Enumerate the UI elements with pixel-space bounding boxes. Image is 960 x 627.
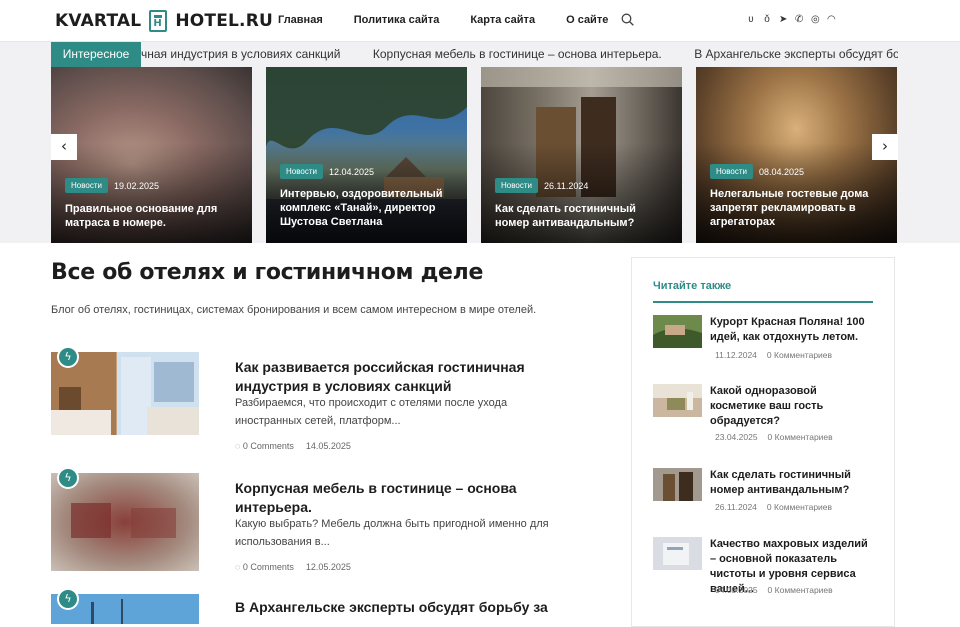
social-links: ʋ ǒ ➤ ✆ ◎ ◠ — [747, 14, 835, 26]
post-card: ϟ Как развивается российская гостиничная… — [51, 346, 571, 452]
post-card: ϟ В Архангельске эксперты обсудят борьбу… — [51, 588, 571, 624]
comments-count: 0 Comments — [242, 562, 294, 572]
post-title[interactable]: Корпусная мебель в гостинице – основа ин… — [235, 479, 565, 517]
slide-card[interactable]: Новости 19.02.2025 Правильное основание … — [51, 67, 252, 243]
slide-date: 12.04.2025 — [328, 166, 375, 177]
sidebar-item-comments[interactable]: 0 Комментариев — [768, 432, 833, 442]
comments-link[interactable]: ◌ 0 Comments — [235, 441, 294, 451]
slide-meta: Новости 12.04.2025 — [280, 164, 374, 179]
sidebar-thumbnail[interactable] — [653, 537, 702, 570]
sidebar-item-meta: 23.04.2025 0 Комментариев — [715, 432, 833, 442]
sidebar-item-date: 11.12.2024 — [715, 350, 757, 360]
slide-meta: Новости 26.11.2024 — [495, 178, 588, 193]
ticker-item[interactable]: Корпусная мебель в гостинице – основа ин… — [373, 42, 662, 67]
sidebar-item-comments[interactable]: 0 Комментариев — [768, 585, 833, 595]
category-badge[interactable]: Новости — [710, 164, 753, 179]
ticker-label: Интересное — [51, 42, 141, 67]
sidebar-item-title[interactable]: Какой одноразовой косметике ваш гость об… — [710, 384, 875, 429]
sidebar-item-title[interactable]: Как сделать гостиничный номер антивандал… — [710, 468, 875, 498]
category-badge[interactable]: Новости — [65, 178, 108, 193]
nav-item-home[interactable]: Главная — [278, 14, 323, 26]
slide-card[interactable]: Новости 12.04.2025 Интервью, оздоровител… — [266, 67, 467, 243]
telegram-icon[interactable]: ➤ — [779, 14, 787, 26]
sidebar-item-meta: 26.11.2024 0 Комментариев — [715, 502, 832, 512]
sidebar-item[interactable]: Курорт Красная Поляна! 100 идей, как отд… — [653, 315, 878, 375]
post-excerpt: Разбираемся, что происходит с отелями по… — [235, 397, 508, 427]
page-title: Все об отелях и гостиничном деле — [51, 260, 484, 285]
post-meta: ◌ 0 Comments 14.05.2025 — [235, 441, 351, 451]
sidebar-item-title[interactable]: Курорт Красная Поляна! 100 идей, как отд… — [710, 315, 875, 345]
page-description: Блог об отелях, гостиницах, системах бро… — [51, 304, 537, 316]
site-header: KVARTAL HOTEL.RU Главная Политика сайта … — [0, 0, 960, 42]
post-excerpt: Какую выбрать? Мебель должна быть пригод… — [235, 518, 549, 548]
sidebar-item-date: 26.11.2024 — [715, 502, 757, 512]
sidebar-item[interactable]: Какой одноразовой косметике ваш гость об… — [653, 384, 878, 454]
comments-link[interactable]: ◌ 0 Comments — [235, 562, 294, 572]
slide-meta: Новости 08.04.2025 — [710, 164, 804, 179]
slide-date: 26.11.2024 — [543, 180, 589, 191]
sidebar-read-also: Читайте также Курорт Красная Поляна! 100… — [631, 257, 895, 627]
sidebar-item-date: 04.03.2025 — [715, 585, 758, 595]
post-date: 12.05.2025 — [305, 562, 351, 572]
slider-prev-button[interactable]: ‹ — [51, 134, 77, 160]
ticker-track: чная индустрия в условиях санкций Корпус… — [141, 42, 898, 67]
sidebar-item-comments[interactable]: 0 Комментариев — [767, 350, 832, 360]
sidebar-item-meta: 11.12.2024 0 Комментариев — [715, 350, 832, 360]
lightning-icon: ϟ — [57, 346, 79, 368]
sidebar-item[interactable]: Качество махровых изделий – основной пок… — [653, 537, 878, 607]
category-badge[interactable]: Новости — [280, 164, 323, 179]
sidebar-thumbnail[interactable] — [653, 315, 702, 348]
sidebar-image — [653, 384, 702, 417]
post-date: 14.05.2025 — [305, 441, 351, 451]
slide-title[interactable]: Правильное основание для матраса в номер… — [65, 202, 242, 230]
sidebar-image — [653, 537, 702, 570]
sidebar-item-comments[interactable]: 0 Комментариев — [767, 502, 832, 512]
sidebar-image — [653, 468, 702, 501]
viber-icon[interactable]: ✆ — [795, 14, 803, 26]
post-card: ϟ Корпусная мебель в гостинице – основа … — [51, 467, 571, 573]
slide-card[interactable]: Новости 08.04.2025 Нелегальные гостевые … — [696, 67, 897, 243]
slide-date: 08.04.2025 — [758, 166, 805, 177]
rss-icon[interactable]: ◠ — [827, 14, 836, 26]
sidebar-item-date: 23.04.2025 — [715, 432, 758, 442]
nav-item-sitemap[interactable]: Карта сайта — [470, 14, 535, 26]
logo-text-right: HOTEL.RU — [175, 11, 274, 31]
vk-icon[interactable]: ʋ — [747, 14, 755, 26]
sidebar-thumbnail[interactable] — [653, 468, 702, 501]
ok-icon[interactable]: ǒ — [763, 14, 771, 26]
ticker-item[interactable]: В Архангельске эксперты обсудят борьбу з… — [694, 42, 898, 67]
nav-item-about[interactable]: О сайте — [566, 14, 608, 26]
news-ticker: Интересное чная индустрия в условиях сан… — [0, 42, 960, 67]
sidebar-divider — [653, 301, 873, 303]
sidebar-item[interactable]: Как сделать гостиничный номер антивандал… — [653, 468, 878, 528]
logo-text-left: KVARTAL — [55, 11, 142, 31]
lightning-icon: ϟ — [57, 588, 79, 610]
category-badge[interactable]: Новости — [495, 178, 538, 193]
slide-card[interactable]: Новости 26.11.2024 Как сделать гостиничн… — [481, 67, 682, 243]
sidebar-heading: Читайте также — [653, 280, 732, 292]
sidebar-thumbnail[interactable] — [653, 384, 702, 417]
slide-meta: Новости 19.02.2025 — [65, 178, 159, 193]
site-logo[interactable]: KVARTAL HOTEL.RU — [55, 9, 273, 33]
sidebar-image — [653, 315, 702, 348]
nav-item-policy[interactable]: Политика сайта — [354, 14, 440, 26]
slide-title[interactable]: Нелегальные гостевые дома запретят рекла… — [710, 187, 887, 229]
main-nav: Главная Политика сайта Карта сайта О сай… — [278, 14, 639, 26]
comments-count: 0 Comments — [242, 441, 294, 451]
post-title[interactable]: Как развивается российская гостиничная и… — [235, 358, 565, 396]
slide-title[interactable]: Интервью, оздоровительный комплекс «Тана… — [280, 187, 457, 229]
post-title[interactable]: В Архангельске эксперты обсудят борьбу з… — [235, 598, 565, 617]
ticker-item[interactable]: чная индустрия в условиях санкций — [141, 42, 340, 67]
slide-title[interactable]: Как сделать гостиничный номер антивандал… — [495, 202, 672, 230]
post-meta: ◌ 0 Comments 12.05.2025 — [235, 562, 351, 572]
slider-next-button[interactable]: › — [872, 134, 898, 160]
search-icon[interactable] — [621, 13, 634, 26]
logo-icon — [149, 10, 168, 32]
whatsapp-icon[interactable]: ◎ — [811, 14, 820, 26]
lightning-icon: ϟ — [57, 467, 79, 489]
slide-date: 19.02.2025 — [113, 180, 160, 191]
sidebar-item-meta: 04.03.2025 0 Комментариев — [715, 585, 833, 595]
